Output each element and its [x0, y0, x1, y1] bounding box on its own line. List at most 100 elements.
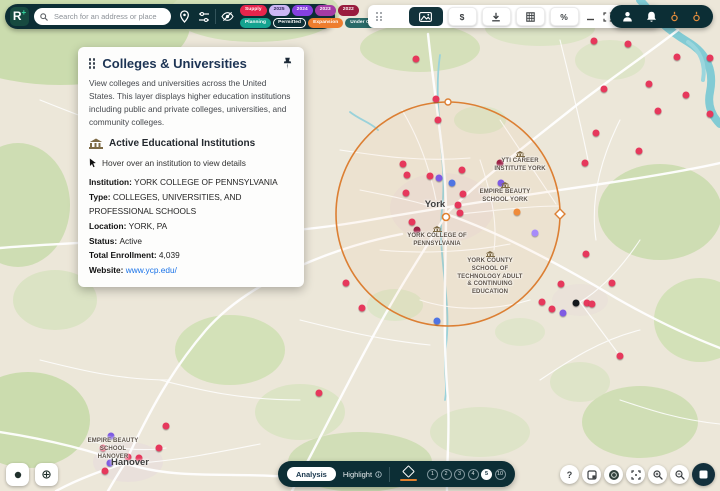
alert-info-icon-2[interactable]	[692, 11, 701, 22]
filter-pill-expansion[interactable]: Expansion	[308, 18, 343, 29]
institution-dot[interactable]	[455, 202, 462, 209]
institution-dot[interactable]	[404, 172, 411, 179]
institution-dot[interactable]	[539, 299, 546, 306]
institution-dot[interactable]	[583, 251, 590, 258]
institution-dot[interactable]	[683, 92, 690, 99]
institution-dot[interactable]	[409, 219, 416, 226]
institution-dot[interactable]	[435, 117, 442, 124]
institution-dot[interactable]	[707, 55, 714, 62]
institution-dot[interactable]	[359, 305, 366, 312]
panel-drag-handle[interactable]	[89, 58, 95, 68]
radius-option-10[interactable]: 10	[495, 469, 506, 480]
filters-icon[interactable]	[198, 11, 210, 23]
institution-dot[interactable]	[457, 210, 464, 217]
institution-dot[interactable]	[316, 390, 323, 397]
institution-dot[interactable]	[514, 209, 521, 216]
detail-label: Location:	[89, 221, 129, 231]
institution-dot[interactable]	[498, 180, 505, 187]
institution-dot[interactable]	[100, 445, 107, 452]
analysis-button[interactable]: Analysis	[287, 467, 336, 481]
radius-option-2[interactable]: 2	[441, 469, 452, 480]
circle-draw-tool[interactable]	[397, 467, 420, 481]
dollar-button[interactable]: $	[448, 7, 477, 26]
institution-dot[interactable]	[573, 300, 580, 307]
institution-dot[interactable]	[436, 175, 443, 182]
institution-dot[interactable]	[400, 161, 407, 168]
search-box[interactable]	[34, 8, 171, 25]
filter-pill-permitted[interactable]: Permitted	[273, 18, 306, 29]
filter-pill-2022[interactable]: 2022	[338, 5, 359, 16]
institution-dot[interactable]	[413, 56, 420, 63]
percent-button[interactable]: %	[550, 7, 579, 26]
institution-dot[interactable]	[674, 54, 681, 61]
institution-dot[interactable]	[593, 130, 600, 137]
radius-option-1[interactable]: 1	[427, 469, 438, 480]
institution-dot[interactable]	[655, 108, 662, 115]
institution-dot[interactable]	[549, 306, 556, 313]
institution-dot[interactable]	[582, 160, 589, 167]
radius-option-4[interactable]: 4	[468, 469, 479, 480]
radius-option-5[interactable]: 5	[481, 469, 492, 480]
fit-view-button[interactable]	[626, 465, 645, 484]
filter-pill-supply[interactable]: Supply	[240, 5, 267, 16]
institution-dot[interactable]	[343, 280, 350, 287]
institution-dot[interactable]	[589, 301, 596, 308]
institution-dot[interactable]	[617, 353, 624, 360]
institution-dot[interactable]	[156, 445, 163, 452]
filter-pill-2024[interactable]: 2024	[292, 5, 313, 16]
institution-dot[interactable]	[449, 180, 456, 187]
institution-dot[interactable]	[434, 318, 441, 325]
snapshot-button[interactable]	[582, 465, 601, 484]
institution-dot[interactable]	[108, 433, 115, 440]
institution-dot[interactable]	[591, 38, 598, 45]
institution-dot[interactable]	[625, 41, 632, 48]
institution-dot[interactable]	[601, 86, 608, 93]
website-link[interactable]: www.ycp.edu/	[126, 265, 177, 275]
institution-dot[interactable]	[427, 173, 434, 180]
institution-dot[interactable]	[414, 227, 421, 234]
institution-dot[interactable]	[459, 167, 466, 174]
app-logo[interactable]: R+	[10, 7, 29, 26]
institution-dot[interactable]	[433, 96, 440, 103]
institution-dot[interactable]	[560, 310, 567, 317]
eye-off-icon[interactable]	[221, 11, 234, 22]
location-pin-icon[interactable]	[179, 10, 190, 23]
institution-dot[interactable]	[136, 455, 143, 462]
alert-info-icon-1[interactable]	[670, 11, 679, 22]
help-button[interactable]: ?	[560, 465, 579, 484]
globe-button[interactable]	[604, 465, 623, 484]
search-input[interactable]	[52, 11, 165, 22]
institution-dot[interactable]	[125, 454, 132, 461]
filter-pill-2025[interactable]: 2025	[269, 5, 290, 16]
minimize-button[interactable]	[584, 8, 597, 25]
target-button[interactable]	[35, 463, 58, 486]
pushpin-icon[interactable]	[282, 57, 293, 70]
institution-dot[interactable]	[163, 423, 170, 430]
filter-pill-planning[interactable]: Planning	[240, 18, 271, 29]
radius-option-3[interactable]: 3	[454, 469, 465, 480]
institution-dot[interactable]	[707, 111, 714, 118]
zoom-in-button[interactable]	[648, 465, 667, 484]
image-layer-button[interactable]	[409, 7, 443, 26]
institution-dot[interactable]	[102, 468, 109, 475]
institution-dot[interactable]	[636, 148, 643, 155]
user-icon[interactable]	[622, 11, 633, 22]
institution-dot[interactable]	[403, 190, 410, 197]
filter-pill-2023[interactable]: 2023	[315, 5, 336, 16]
institution-dot[interactable]	[558, 281, 565, 288]
locate-button[interactable]	[6, 463, 29, 486]
toolbar-drag-handle[interactable]	[376, 12, 382, 21]
download-button[interactable]	[482, 7, 511, 26]
institution-dot[interactable]	[609, 280, 616, 287]
panel-title: Colleges & Universities	[102, 56, 275, 71]
notifications-bell-icon[interactable]	[646, 11, 657, 23]
institution-dot[interactable]	[497, 160, 504, 167]
zoom-out-button[interactable]	[670, 465, 689, 484]
highlight-toggle[interactable]: Highlight	[343, 470, 382, 479]
basemap-button[interactable]	[692, 463, 715, 486]
institution-dot[interactable]	[532, 230, 539, 237]
institution-dot[interactable]	[646, 81, 653, 88]
institution-dot[interactable]	[460, 191, 467, 198]
institution-dot[interactable]	[107, 460, 114, 467]
building-data-button[interactable]	[516, 7, 545, 26]
